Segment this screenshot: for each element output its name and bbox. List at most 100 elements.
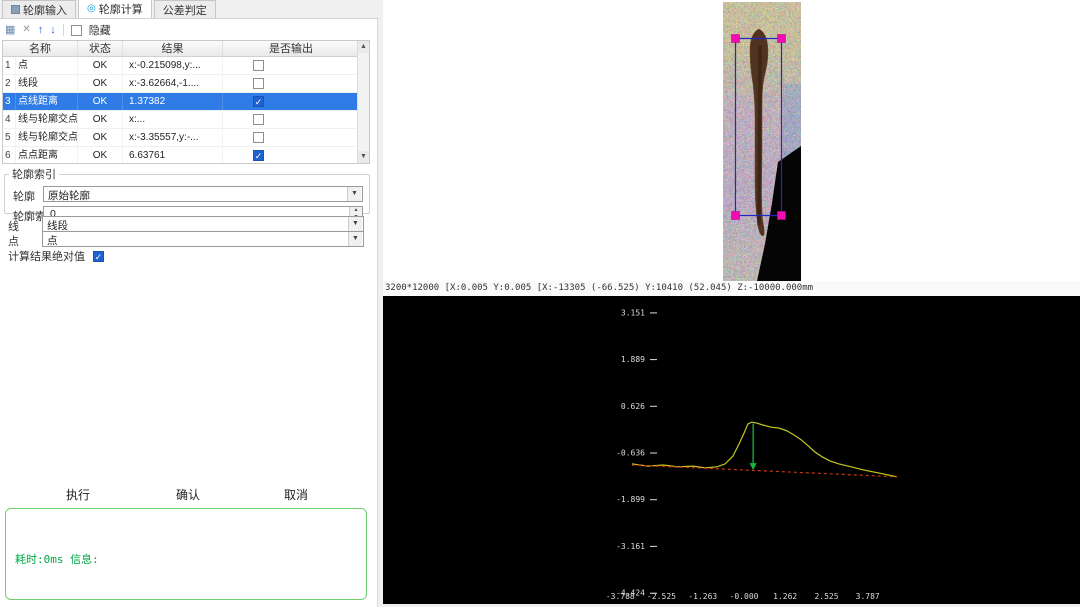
col-header-status[interactable]: 状态 (78, 41, 123, 56)
point-label: 点 (8, 233, 19, 249)
button-row: 执行 确认 取消 (0, 486, 378, 504)
row-name: 点线距离 (16, 93, 78, 110)
message-text: 耗时:0ms 信息: (15, 551, 99, 567)
output-checkbox[interactable] (253, 78, 264, 89)
object-core (759, 45, 760, 225)
group-title: 轮廓索引 (9, 166, 59, 182)
tab-bar: 轮廓输入 ◎ 轮廓计算 公差判定 (0, 0, 379, 19)
x-tick-label: 2.525 (814, 592, 838, 601)
grid-icon[interactable]: ▦ (5, 23, 15, 37)
contour-calc-page: ▦ ✕ ↑ ↓ 隐藏 名称 状态 结果 是否输出 1点OKx:-0.215098… (0, 19, 378, 607)
result-table-body: 1点OKx:-0.215098,y:...2线段OKx:-3.62664,-1.… (3, 57, 359, 164)
selection-handle-tl[interactable] (732, 35, 740, 43)
row-name: 线与轮廓交点 (16, 111, 78, 128)
move-up-icon[interactable]: ↑ (38, 23, 44, 37)
y-tick-label: -0.636 (616, 449, 645, 458)
left-panel: 轮廓输入 ◎ 轮廓计算 公差判定 ▦ ✕ ↑ ↓ 隐藏 名称 (0, 0, 379, 607)
contour-select-value: 原始轮廓 (48, 188, 90, 203)
table-row[interactable]: 5线与轮廓交点(1)OKx:-3.35557,y:-... (3, 129, 359, 147)
table-row[interactable]: 2线段OKx:-3.62664,-1.... (3, 75, 359, 93)
tab-tolerance[interactable]: 公差判定 (154, 0, 216, 18)
absolute-value-checkbox[interactable]: ✓ (93, 251, 104, 262)
baseline-line (632, 465, 897, 477)
x-tick-label: -2.525 (647, 592, 676, 601)
row-result: x:-0.215098,y:... (123, 57, 223, 74)
row-index: 5 (3, 129, 16, 146)
chevron-down-icon[interactable]: ▼ (348, 217, 362, 231)
delete-icon[interactable]: ✕ (22, 23, 30, 37)
output-checkbox[interactable]: ✓ (253, 96, 264, 107)
row-name: 点 (16, 57, 78, 74)
line-select[interactable]: 线段 ▼ (42, 216, 364, 232)
hide-checkbox[interactable] (71, 25, 82, 36)
execute-button[interactable]: 执行 (66, 486, 90, 503)
row-output-cell (223, 75, 359, 92)
scroll-down-icon[interactable]: ▼ (358, 151, 369, 163)
x-tick-label: -1.263 (688, 592, 717, 601)
profile-chart-svg: 3.1511.8890.626-0.636-1.899-3.161-4.424-… (383, 296, 1080, 604)
row-index: 3 (3, 93, 16, 110)
x-tick-label: -0.000 (730, 592, 759, 601)
tab-contour-calc[interactable]: ◎ 轮廓计算 (78, 0, 152, 18)
row-result: x:... (123, 111, 223, 128)
contour-select[interactable]: 原始轮廓 ▼ (43, 186, 363, 202)
row-result: 1.37382 (123, 93, 223, 110)
point-select-value: 点 (47, 233, 58, 248)
table-scrollbar[interactable]: ▲ ▼ (357, 41, 369, 163)
spin-up-icon[interactable]: ▲ (350, 207, 362, 214)
profile-chart: 3.1511.8890.626-0.636-1.899-3.161-4.424-… (383, 296, 1080, 604)
row-index: 1 (3, 57, 16, 74)
move-down-icon[interactable]: ↓ (50, 23, 56, 37)
contour-index-group: 轮廓索引 轮廓 原始轮廓 ▼ 轮廓索引 0 ▲▼ (4, 166, 370, 214)
contour-label: 轮廓 (13, 188, 35, 204)
image-viewer[interactable] (383, 0, 1080, 281)
row-status: OK (78, 93, 123, 110)
table-row[interactable]: 1点OKx:-0.215098,y:... (3, 57, 359, 75)
scroll-up-icon[interactable]: ▲ (358, 41, 369, 53)
y-tick-label: -1.899 (616, 495, 645, 504)
row-output-cell (223, 57, 359, 74)
output-checkbox[interactable]: ✓ (253, 150, 264, 161)
table-row[interactable]: 4线与轮廓交点OKx:... (3, 111, 359, 129)
cancel-button[interactable]: 取消 (284, 486, 308, 503)
calc-toolbar: ▦ ✕ ↑ ↓ 隐藏 (5, 22, 111, 38)
scan-view-svg (383, 0, 1080, 281)
tab-label: 轮廓输入 (23, 2, 67, 18)
y-tick-label: 0.626 (621, 402, 645, 411)
row-output-cell (223, 129, 359, 146)
selection-handle-tr[interactable] (778, 35, 786, 43)
selection-handle-br[interactable] (778, 212, 786, 220)
message-box: 耗时:0ms 信息: (5, 508, 367, 600)
viewer-status-bar: 3200*12000 [X:0.005 Y:0.005 [X:-13305 (-… (383, 281, 1080, 296)
row-status: OK (78, 57, 123, 74)
row-status: OK (78, 147, 123, 164)
chevron-down-icon[interactable]: ▼ (348, 232, 362, 246)
row-output-cell (223, 111, 359, 128)
selection-handle-bl[interactable] (732, 212, 740, 220)
tab-contour-input[interactable]: 轮廓输入 (2, 0, 76, 18)
table-row[interactable]: 3点线距离OK1.37382 ✓ (3, 93, 359, 111)
row-index: 2 (3, 75, 16, 92)
output-checkbox[interactable] (253, 60, 264, 71)
y-tick-label: 1.889 (621, 355, 645, 364)
row-status: OK (78, 111, 123, 128)
row-index: 6 (3, 147, 16, 164)
toolbar-divider (63, 24, 64, 36)
output-checkbox[interactable] (253, 114, 264, 125)
app-window: 轮廓输入 ◎ 轮廓计算 公差判定 ▦ ✕ ↑ ↓ 隐藏 名称 (0, 0, 1080, 607)
confirm-button[interactable]: 确认 (176, 486, 200, 503)
point-select[interactable]: 点 ▼ (42, 231, 364, 247)
contour-input-icon (11, 5, 20, 14)
row-index: 4 (3, 111, 16, 128)
row-status: OK (78, 129, 123, 146)
col-header-output[interactable]: 是否输出 (223, 41, 359, 56)
chevron-down-icon[interactable]: ▼ (347, 187, 361, 201)
output-checkbox[interactable] (253, 132, 264, 143)
row-result: x:-3.62664,-1.... (123, 75, 223, 92)
col-header-name[interactable]: 名称 (3, 41, 78, 56)
tab-label: 轮廓计算 (99, 1, 143, 17)
distance-arrow (750, 424, 757, 471)
table-row[interactable]: 6点点距离OK6.63761✓ (3, 147, 359, 164)
scan-image[interactable] (723, 2, 801, 281)
col-header-result[interactable]: 结果 (123, 41, 223, 56)
